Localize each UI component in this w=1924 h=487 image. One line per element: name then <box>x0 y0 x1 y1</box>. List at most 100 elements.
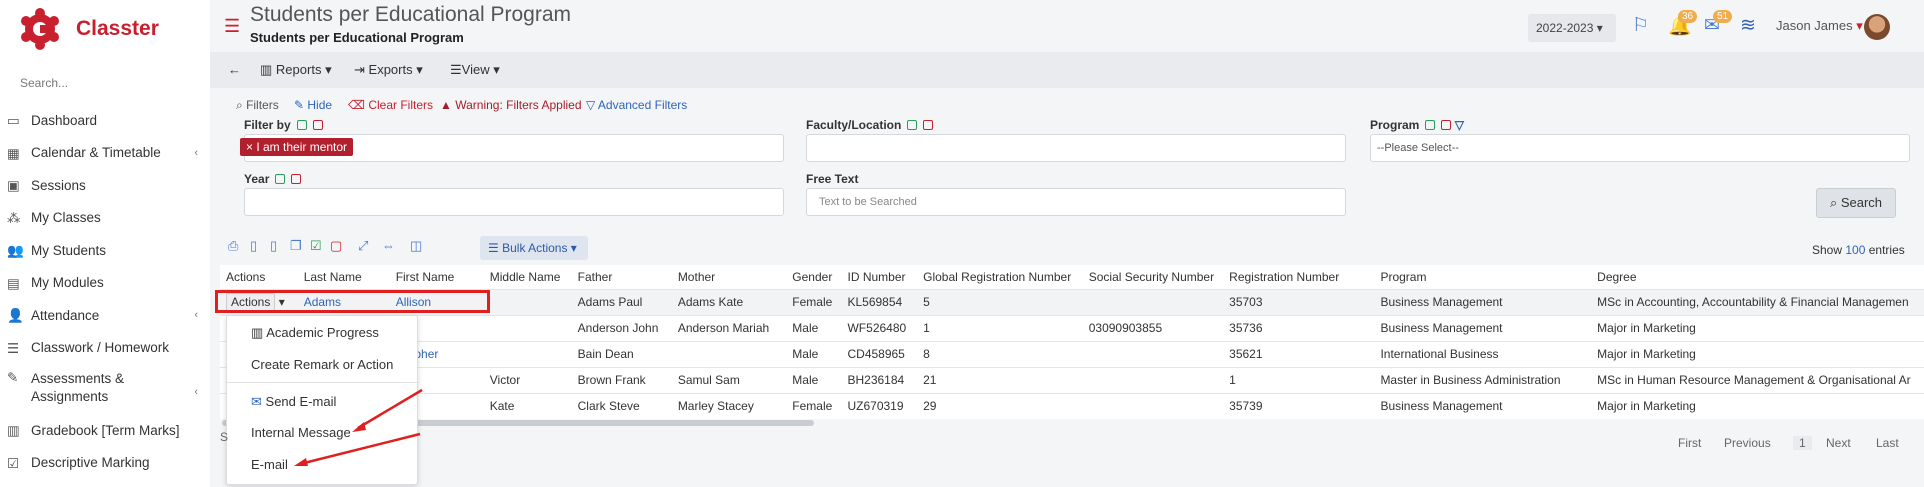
sidebar-item-assessments[interactable]: ✎ Assessments & Assignments ‹ <box>0 364 210 414</box>
clear-filters-link[interactable]: ⌫ Clear Filters <box>348 98 433 112</box>
sidebar-item-my-classes[interactable]: ⁂ My Classes <box>0 202 210 235</box>
column-header[interactable]: First Name <box>389 265 484 289</box>
menu-item-email[interactable]: E-mail <box>251 457 288 472</box>
page-subtitle: Students per Educational Program <box>250 30 464 45</box>
back-arrow-icon[interactable]: ← <box>228 62 241 77</box>
excel-icon[interactable]: ▯ <box>270 238 277 254</box>
export-icon: ⇥ <box>354 62 365 77</box>
user-menu[interactable]: Jason James ▾ <box>1776 18 1863 34</box>
advanced-filters-link[interactable]: ▽ Advanced Filters <box>586 98 687 112</box>
sidebar-nav: ▭ Dashboard ▦ Calendar & Timetable ‹ ▣ Sessi… <box>0 104 210 479</box>
sidebar-item-classwork[interactable]: ☰ Classwork / Homework <box>0 332 210 365</box>
column-header[interactable]: Global Registration Number <box>917 265 1083 289</box>
logo[interactable]: Classter <box>20 8 159 50</box>
sidebar-item-my-students[interactable]: 👥 My Students <box>0 234 210 267</box>
avatar[interactable] <box>1864 14 1890 40</box>
sidebar-item-sessions[interactable]: ▣ Sessions <box>0 169 210 202</box>
pager-first[interactable]: First <box>1678 436 1701 450</box>
select-all-icon[interactable]: ☑ <box>310 238 322 254</box>
sidebar-item-label: Attendance <box>31 307 100 323</box>
column-header[interactable]: Actions <box>220 265 298 289</box>
column-header[interactable]: Social Security Number <box>1082 265 1224 289</box>
layers-icon[interactable]: ≋ <box>1740 14 1756 37</box>
menu-item-create-remark[interactable]: Create Remark or Action <box>251 357 393 372</box>
table-cell: BH236184 <box>841 366 918 393</box>
students-table: Actions Last Name First Name Middle Name Fat… <box>220 265 1924 419</box>
page-size: Show 100 entries <box>1812 243 1905 257</box>
view-label: View <box>461 62 490 77</box>
filters-toggle[interactable]: ⌕ Filters <box>236 98 279 113</box>
faculty-field[interactable] <box>806 134 1346 162</box>
app-name: Classter <box>76 17 159 40</box>
clear-all-icon[interactable] <box>1441 120 1452 130</box>
table-cell: 35621 <box>1223 340 1375 367</box>
funnel-icon[interactable]: ▽ <box>1455 118 1464 132</box>
check-all-icon[interactable] <box>1425 120 1436 130</box>
classter-logo-icon <box>21 8 59 50</box>
pager-last[interactable]: Last <box>1876 436 1899 450</box>
expand-icon[interactable]: ⤢ <box>358 238 368 254</box>
clear-all-icon[interactable] <box>312 120 323 130</box>
check-all-icon[interactable] <box>296 120 307 130</box>
table-cell: Female <box>786 392 842 419</box>
table-cell: International Business <box>1374 340 1592 367</box>
column-header[interactable]: Last Name <box>297 265 390 289</box>
hide-filters-link[interactable]: ✎ Hide <box>294 98 332 112</box>
column-header[interactable]: Mother <box>671 265 787 289</box>
filter-chip-mentor[interactable]: × I am their mentor <box>240 138 354 156</box>
page-size-select[interactable]: 100 <box>1845 243 1865 257</box>
chevron-left-icon: ‹ <box>194 146 198 159</box>
sidebar-item-my-modules[interactable]: ▤ My Modules <box>0 267 210 300</box>
clear-all-icon[interactable] <box>923 120 934 130</box>
column-header[interactable]: Gender <box>786 265 842 289</box>
columns-icon[interactable]: ◫ <box>410 238 422 254</box>
sidebar-item-descriptive-marking[interactable]: ☑ Descriptive Marking <box>0 447 210 480</box>
program-label: Program ▽ <box>1370 118 1464 132</box>
pager-page[interactable]: 1 <box>1793 436 1812 450</box>
print-icon[interactable]: ⎙ <box>228 238 238 254</box>
sidebar-item-gradebook[interactable]: ▥ Gradebook [Term Marks] <box>0 414 210 447</box>
year-selector[interactable]: 2022-2023 ▾ <box>1528 14 1616 42</box>
compress-icon[interactable]: ⇔ <box>382 238 395 253</box>
table-row[interactable]: keVictorBrown FrankSamul SamMaleBH236184… <box>220 366 1924 393</box>
flag-icon[interactable]: ⚐ <box>1632 14 1649 37</box>
sidebar-item-calendar[interactable]: ▦ Calendar & Timetable ‹ <box>0 137 210 170</box>
sidebar-item-attendance[interactable]: 👤 Attendance ‹ <box>0 299 210 332</box>
table-cell: Business Management <box>1374 392 1592 419</box>
sidebar-item-label: Dashboard <box>31 112 98 128</box>
menu-label: Academic Progress <box>266 325 379 340</box>
column-header[interactable]: Registration Number <box>1223 265 1375 289</box>
table-row[interactable]: ptAnderson JohnAnderson MariahMaleWF5264… <box>220 314 1924 341</box>
check-all-icon[interactable] <box>275 174 286 184</box>
table-cell <box>1082 340 1224 367</box>
clear-all-icon[interactable] <box>291 174 302 184</box>
copy-icon[interactable]: ❐ <box>290 238 302 254</box>
modules-icon: ▤ <box>7 275 20 291</box>
column-header[interactable]: Father <box>571 265 672 289</box>
pager-previous[interactable]: Previous <box>1724 436 1771 450</box>
free-text-input[interactable]: Text to be Searched <box>806 188 1346 216</box>
column-header[interactable]: ID Number <box>841 265 918 289</box>
search-button[interactable]: ⌕ Search <box>1816 188 1896 218</box>
column-header[interactable]: Middle Name <box>483 265 572 289</box>
check-all-icon[interactable] <box>907 120 918 130</box>
sidebar-item-label: Assessments & Assignments <box>31 371 125 404</box>
sidebar-item-dashboard[interactable]: ▭ Dashboard <box>0 104 210 137</box>
table-row[interactable]: istopherBain DeanMaleCD458965835621Inter… <box>220 340 1924 367</box>
column-header[interactable]: Program <box>1374 265 1592 289</box>
pdf-icon[interactable]: ▯ <box>250 238 257 254</box>
deselect-all-icon[interactable]: ▢ <box>330 238 342 254</box>
year-field[interactable] <box>244 188 784 216</box>
bulk-actions-button[interactable]: ☰ Bulk Actions ▾ <box>480 236 588 260</box>
reports-menu[interactable]: ▥ Reports ▾ <box>260 62 332 78</box>
year-label: Year <box>244 172 302 186</box>
pager-next[interactable]: Next <box>1826 436 1851 450</box>
exports-menu[interactable]: ⇥ Exports ▾ <box>354 62 423 78</box>
menu-toggle-icon[interactable]: ☰ <box>224 16 240 37</box>
view-menu[interactable]: ☰View ▾ <box>450 62 500 78</box>
menu-item-academic-progress[interactable]: ▥ Academic Progress <box>251 325 379 341</box>
column-header[interactable]: Degree <box>1591 265 1924 289</box>
program-select[interactable]: --Please Select-- <box>1370 134 1910 162</box>
table-row[interactable]: nahKateClark SteveMarley StaceyFemaleUZ6… <box>220 392 1924 419</box>
sidebar-search-input[interactable]: Search... <box>20 76 68 90</box>
